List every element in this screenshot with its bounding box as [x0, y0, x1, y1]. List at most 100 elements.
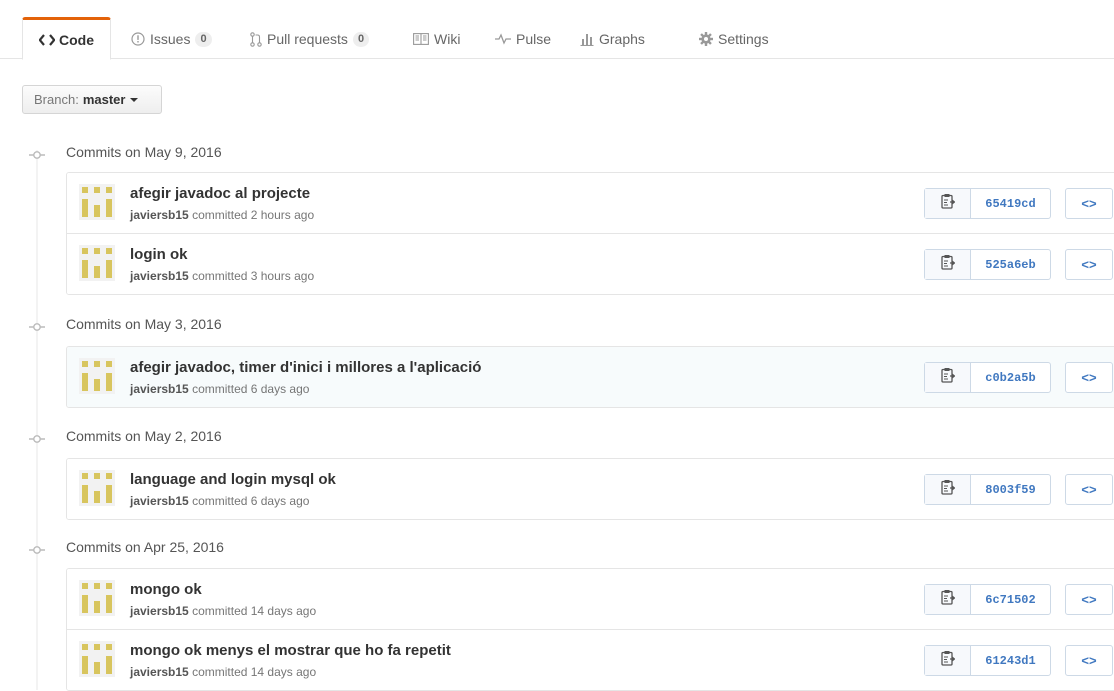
tab-label: Graphs — [599, 31, 645, 47]
sha-button-group: 61243d1 — [924, 645, 1051, 676]
commit-row: login ok javiersb15 committed 3 hours ag… — [67, 233, 1114, 294]
avatar[interactable] — [79, 470, 115, 506]
tab-graphs[interactable]: Graphs — [580, 19, 645, 59]
git-commit-icon — [29, 147, 45, 163]
repo-nav: Code Issues 0 Pull requests 0 Wiki Pulse… — [0, 0, 1114, 60]
branch-select-button[interactable]: Branch: master — [22, 85, 162, 114]
commit-row: afegir javadoc, timer d'inici i millores… — [67, 347, 1114, 407]
commit-title-link[interactable]: afegir javadoc, timer d'inici i millores… — [130, 359, 481, 376]
commit-title-link[interactable]: afegir javadoc al projecte — [130, 185, 310, 202]
commit-group-date: Commits on May 9, 2016 — [66, 144, 222, 160]
clippy-icon — [940, 367, 956, 388]
commit-title-link[interactable]: language and login mysql ok — [130, 471, 336, 488]
commit-author-link[interactable]: javiersb15 — [130, 665, 189, 679]
code-icon: <> — [1081, 196, 1097, 211]
commit-author-link[interactable]: javiersb15 — [130, 494, 189, 508]
clippy-icon — [940, 193, 956, 214]
tab-pull-requests[interactable]: Pull requests 0 — [250, 19, 370, 59]
commit-sha-link[interactable]: 525a6eb — [971, 250, 1050, 279]
avatar[interactable] — [79, 358, 115, 394]
avatar[interactable] — [79, 580, 115, 616]
commit-author-link[interactable]: javiersb15 — [130, 269, 189, 283]
commit-meta: javiersb15 committed 2 hours ago — [130, 208, 314, 222]
browse-files-button[interactable]: <> — [1065, 584, 1113, 615]
branch-value: master — [82, 92, 126, 107]
timeline-line — [36, 150, 38, 690]
tab-label: Code — [59, 31, 94, 48]
git-commit-icon — [29, 319, 45, 335]
commit-list: afegir javadoc al projecte javiersb15 co… — [66, 172, 1114, 295]
commit-list: mongo ok javiersb15 committed 14 days ag… — [66, 568, 1114, 691]
avatar[interactable] — [79, 641, 115, 677]
commit-row: afegir javadoc al projecte javiersb15 co… — [67, 173, 1114, 233]
copy-sha-button[interactable] — [925, 363, 971, 392]
branch-label: Branch: — [34, 92, 79, 107]
clippy-icon — [940, 254, 956, 275]
commit-list: afegir javadoc, timer d'inici i millores… — [66, 346, 1114, 408]
commit-sha-link[interactable]: c0b2a5b — [971, 363, 1050, 392]
gear-icon — [699, 32, 713, 46]
tab-wiki[interactable]: Wiki — [413, 19, 460, 59]
tab-label: Settings — [718, 31, 769, 47]
copy-sha-button[interactable] — [925, 189, 971, 218]
commit-author-link[interactable]: javiersb15 — [130, 382, 189, 396]
commit-meta: javiersb15 committed 14 days ago — [130, 604, 316, 618]
caret-down-icon — [130, 97, 139, 102]
commit-sha-link[interactable]: 65419cd — [971, 189, 1050, 218]
browse-files-button[interactable]: <> — [1065, 188, 1113, 219]
browse-files-button[interactable]: <> — [1065, 645, 1113, 676]
copy-sha-button[interactable] — [925, 585, 971, 614]
commit-group-heading: Commits on May 3, 2016 — [0, 314, 600, 334]
commit-time: committed 14 days ago — [192, 665, 317, 679]
commit-title-link[interactable]: mongo ok menys el mostrar que ho fa repe… — [130, 642, 451, 659]
tab-label: Wiki — [434, 31, 461, 47]
clippy-icon — [940, 479, 956, 500]
commit-group-date: Commits on May 3, 2016 — [66, 316, 222, 332]
browse-files-button[interactable]: <> — [1065, 474, 1113, 505]
commit-sha-link[interactable]: 6c71502 — [971, 585, 1050, 614]
copy-sha-button[interactable] — [925, 646, 971, 675]
clippy-icon — [940, 589, 956, 610]
clippy-icon — [940, 650, 956, 671]
sha-button-group: 65419cd — [924, 188, 1051, 219]
commit-title-link[interactable]: mongo ok — [130, 581, 202, 598]
commit-row: mongo ok menys el mostrar que ho fa repe… — [67, 629, 1114, 690]
commit-group-heading: Commits on May 2, 2016 — [0, 426, 600, 446]
issues-counter: 0 — [195, 31, 212, 47]
avatar[interactable] — [79, 184, 115, 220]
commit-meta: javiersb15 committed 3 hours ago — [130, 269, 314, 283]
sha-button-group: 6c71502 — [924, 584, 1051, 615]
tab-label: Pull requests — [267, 31, 348, 47]
git-pull-request-icon — [250, 31, 262, 47]
tab-settings[interactable]: Settings — [699, 19, 769, 59]
tab-issues[interactable]: Issues 0 — [131, 19, 212, 59]
code-icon: <> — [1081, 482, 1097, 497]
tab-label: Pulse — [516, 31, 552, 47]
tab-pulse[interactable]: Pulse — [495, 19, 551, 59]
browse-files-button[interactable]: <> — [1065, 249, 1113, 280]
commit-time: committed 6 days ago — [192, 494, 310, 508]
commit-author-link[interactable]: javiersb15 — [130, 604, 189, 618]
commit-author-link[interactable]: javiersb15 — [130, 208, 189, 222]
tab-code[interactable]: Code — [22, 17, 111, 60]
git-commit-icon — [29, 431, 45, 447]
sha-button-group: c0b2a5b — [924, 362, 1051, 393]
copy-sha-button[interactable] — [925, 250, 971, 279]
commit-title-link[interactable]: login ok — [130, 246, 188, 263]
issue-opened-icon — [131, 32, 145, 46]
code-icon — [39, 33, 55, 46]
sha-button-group: 8003f59 — [924, 474, 1051, 505]
commit-sha-link[interactable]: 61243d1 — [971, 646, 1050, 675]
avatar[interactable] — [79, 245, 115, 281]
browse-files-button[interactable]: <> — [1065, 362, 1113, 393]
tab-label: Issues — [150, 31, 191, 47]
commit-meta: javiersb15 committed 14 days ago — [130, 665, 316, 679]
commit-group-date: Commits on May 2, 2016 — [66, 428, 222, 444]
sha-button-group: 525a6eb — [924, 249, 1051, 280]
commit-row: mongo ok javiersb15 committed 14 days ag… — [67, 569, 1114, 629]
commit-time: committed 6 days ago — [192, 382, 310, 396]
commit-time: committed 14 days ago — [192, 604, 317, 618]
copy-sha-button[interactable] — [925, 475, 971, 504]
commit-sha-link[interactable]: 8003f59 — [971, 475, 1050, 504]
commit-meta: javiersb15 committed 6 days ago — [130, 382, 309, 396]
